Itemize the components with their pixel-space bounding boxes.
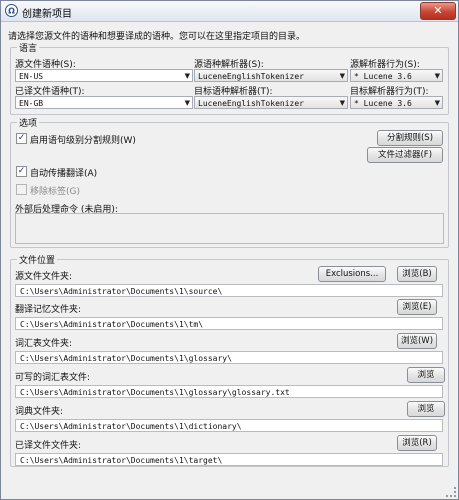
auto-propagate-checkbox[interactable]: ✓ — [16, 166, 27, 177]
target-tokenizer-combo[interactable]: LuceneEnglishTokenizer ▼ — [194, 96, 348, 109]
dictionary-folder-label: 词典文件夹: — [15, 407, 64, 417]
options-group: 选项 ✓ 启用语句级别分割规则(W) 分割规则(S) 文件过滤器(F) ✓ 自动… — [10, 116, 449, 248]
language-legend: 语言 — [17, 41, 40, 54]
auto-propagate-label: 自动传播翻译(A) — [30, 169, 98, 179]
window-title: 创建新项目 — [22, 9, 72, 20]
segmentation-rules-button[interactable]: 分割规则(S) — [377, 130, 443, 146]
chevron-down-icon: ▼ — [339, 72, 345, 80]
glossary-folder-label: 词汇表文件夹: — [15, 339, 73, 349]
title-bar: Ω 创建新项目 ✕ — [1, 1, 458, 22]
source-lang-value: EN-US — [19, 72, 44, 81]
source-behavior-value: * Lucene 3.6 — [354, 72, 412, 81]
remove-tags-checkbox[interactable] — [16, 184, 27, 195]
dictionary-folder-field[interactable]: C:\Users\Administrator\Documents\1\dicti… — [15, 419, 443, 432]
dictionary-browse-button[interactable]: 浏览 — [407, 401, 445, 417]
source-folder-label: 源文件文件夹: — [15, 272, 73, 282]
target-lang-combo[interactable]: EN-GB ▼ — [15, 96, 193, 109]
source-folder-field[interactable]: C:\Users\Administrator\Documents\1\sourc… — [15, 284, 443, 297]
tm-folder-field[interactable]: C:\Users\Administrator\Documents\1\tm\ — [15, 317, 443, 330]
language-group: 语言 源文件语种(S): EN-US ▼ 源语种解析器(S): LuceneEn… — [10, 41, 449, 115]
file-locations-group: 文件位置 源文件文件夹: Exclusions... 浏览(B) C:\User… — [10, 253, 449, 467]
segmentation-checkbox[interactable]: ✓ — [16, 133, 27, 144]
file-filters-button[interactable]: 文件过滤器(F) — [367, 147, 443, 163]
chevron-down-icon: ▼ — [434, 72, 440, 80]
writable-glossary-field[interactable]: C:\Users\Administrator\Documents\1\gloss… — [15, 385, 443, 398]
target-folder-label: 已译文件文件夹: — [15, 441, 82, 451]
options-legend: 选项 — [17, 116, 40, 129]
remove-tags-label: 移除标签(G) — [30, 187, 80, 197]
target-behavior-value: * Lucene 3.6 — [354, 99, 412, 108]
svg-text:Ω: Ω — [8, 7, 15, 16]
target-tokenizer-value: LuceneEnglishTokenizer — [198, 99, 304, 108]
writable-glossary-label: 可写的词汇表文件: — [15, 373, 91, 383]
source-lang-combo[interactable]: EN-US ▼ — [15, 69, 193, 82]
chevron-down-icon: ▼ — [339, 99, 345, 107]
source-browse-button[interactable]: 浏览(B) — [397, 266, 437, 282]
close-button[interactable]: ✕ — [420, 2, 456, 20]
segmentation-label: 启用语句级别分割规则(W) — [30, 136, 136, 146]
chevron-down-icon: ▼ — [184, 72, 190, 80]
chevron-down-icon: ▼ — [184, 99, 190, 107]
target-behavior-combo[interactable]: * Lucene 3.6 ▼ — [350, 96, 443, 109]
tm-browse-button[interactable]: 浏览(E) — [397, 299, 437, 315]
target-folder-field[interactable]: C:\Users\Administrator\Documents\1\targe… — [15, 453, 443, 466]
target-lang-value: EN-GB — [19, 99, 44, 108]
writable-glossary-browse-button[interactable]: 浏览 — [407, 367, 445, 383]
glossary-browse-button[interactable]: 浏览(W) — [397, 333, 437, 349]
chevron-down-icon: ▼ — [434, 99, 440, 107]
exclusions-button[interactable]: Exclusions... — [318, 266, 386, 282]
new-project-dialog: Ω 创建新项目 ✕ 请选择您源文件的语种和想要译成的语种。您可以在这里指定项目的… — [0, 0, 459, 500]
app-icon: Ω — [5, 4, 18, 17]
target-browse-button[interactable]: 浏览(R) — [397, 435, 437, 451]
source-behavior-combo[interactable]: * Lucene 3.6 ▼ — [350, 69, 443, 82]
external-command-field[interactable] — [15, 213, 444, 244]
instruction-text: 请选择您源文件的语种和想要译成的语种。您可以在这里指定项目的目录。 — [8, 32, 306, 42]
tm-folder-label: 翻译记忆文件夹: — [15, 305, 82, 315]
source-tokenizer-value: LuceneEnglishTokenizer — [198, 72, 304, 81]
source-tokenizer-combo[interactable]: LuceneEnglishTokenizer ▼ — [194, 69, 348, 82]
glossary-folder-field[interactable]: C:\Users\Administrator\Documents\1\gloss… — [15, 351, 443, 364]
resize-grip[interactable] — [446, 487, 456, 497]
locations-legend: 文件位置 — [17, 253, 58, 266]
